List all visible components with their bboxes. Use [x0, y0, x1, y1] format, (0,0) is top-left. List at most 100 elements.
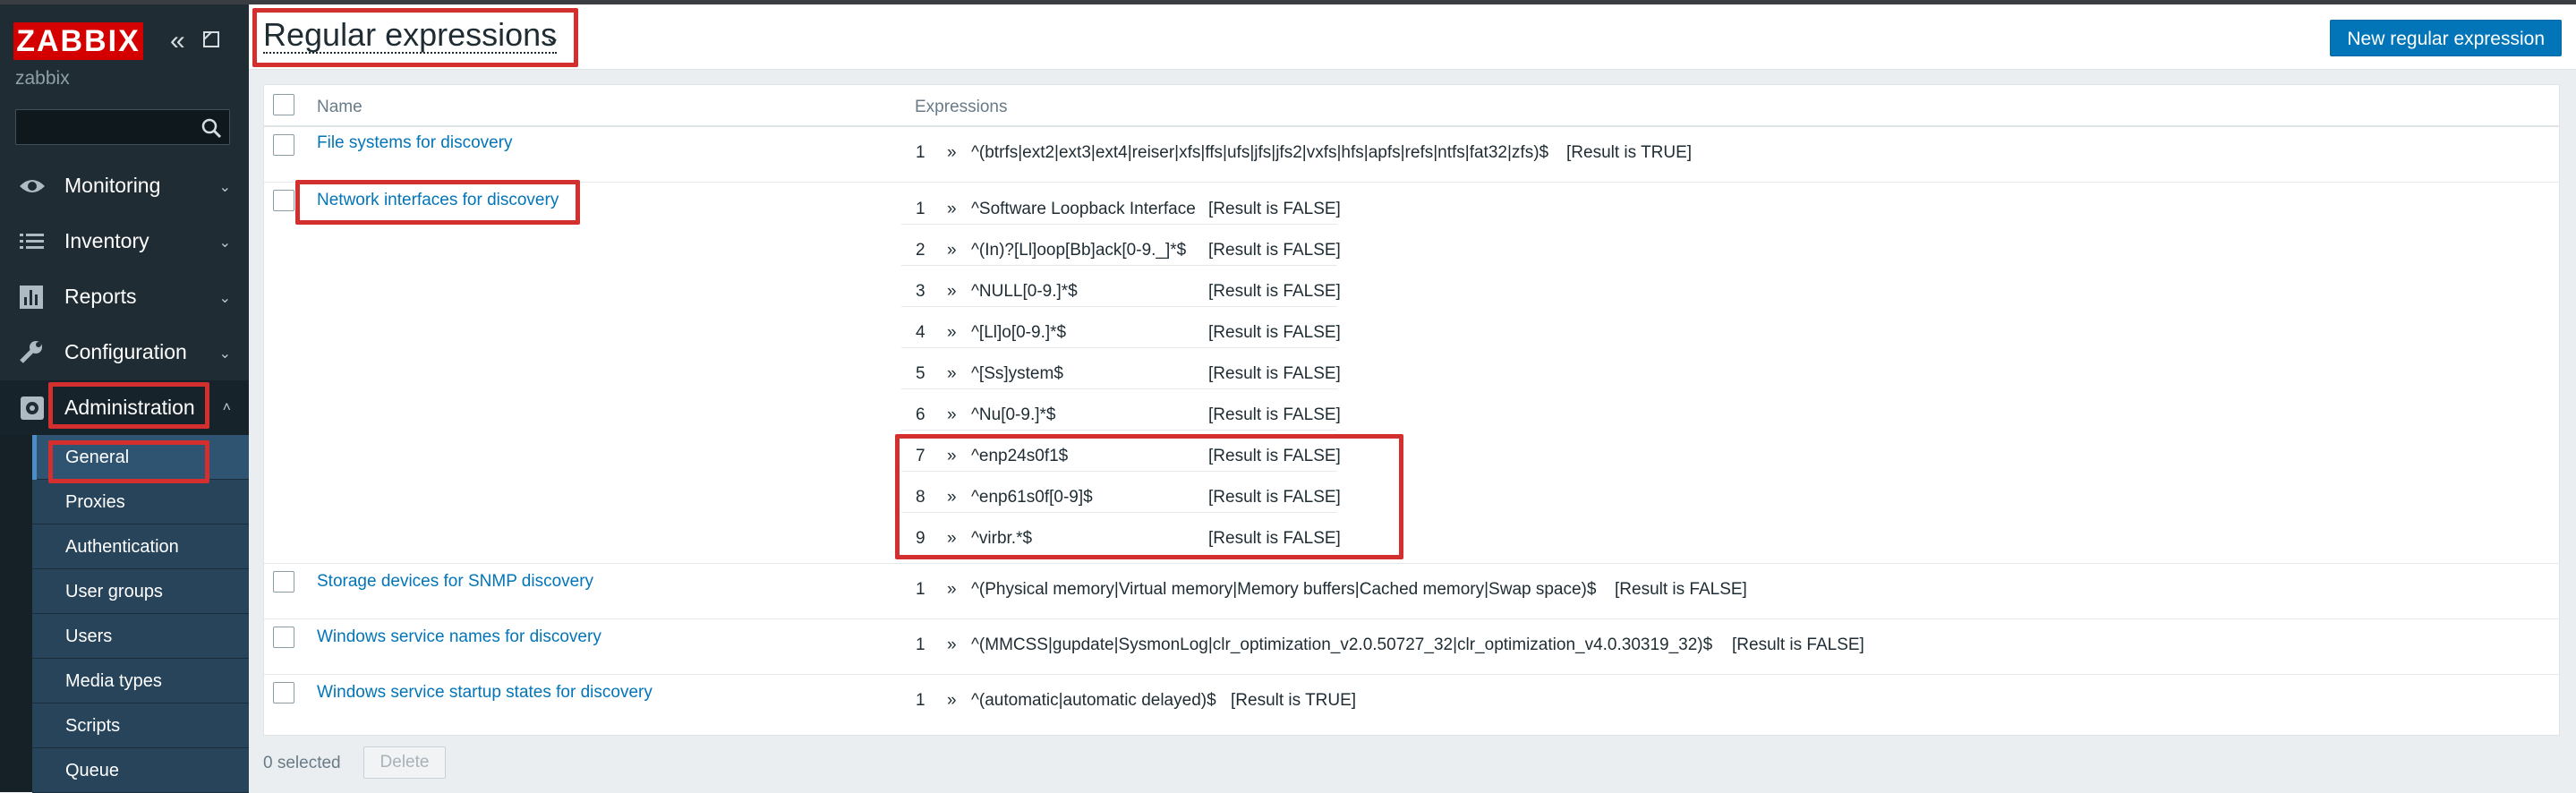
nav-inventory[interactable]: Inventory ⌄ — [0, 214, 249, 269]
table-header: Name Expressions — [264, 85, 2559, 127]
nav-inventory-label: Inventory — [64, 229, 149, 252]
expression-result: [Result is FALSE] — [1732, 635, 1864, 654]
row-checkbox[interactable] — [273, 682, 294, 703]
expression-result: [Result is TRUE] — [1231, 691, 1357, 710]
nav-monitoring[interactable]: Monitoring ⌄ — [0, 158, 249, 214]
zabbix-logo[interactable]: ZABBIX — [13, 22, 143, 60]
nav-administration[interactable]: Administration ˄ — [0, 380, 249, 436]
submenu-queue[interactable]: Queue — [32, 748, 249, 793]
submenu-media-types[interactable]: Media types — [32, 659, 249, 703]
wrench-icon — [20, 341, 42, 363]
expression-result: [Result is FALSE] — [1208, 241, 1341, 260]
regex-name-link[interactable]: Network interfaces for discovery — [317, 191, 559, 210]
arrow-icon: » — [947, 691, 957, 710]
divider — [901, 347, 1337, 348]
expression-number: 6 — [916, 405, 925, 424]
list-icon — [20, 234, 44, 249]
chevron-down-icon: ⌄ — [218, 180, 231, 195]
expression-number: 4 — [916, 323, 925, 342]
column-expressions: Expressions — [915, 98, 1008, 116]
nav-reports-label: Reports — [64, 285, 137, 308]
regex-name-link[interactable]: Windows service startup states for disco… — [317, 683, 653, 703]
row-checkbox[interactable] — [273, 571, 294, 593]
expression-number: 5 — [916, 364, 925, 383]
submenu-general-label: General — [65, 448, 130, 467]
regex-table: Name Expressions File systems for discov… — [263, 84, 2560, 736]
expression-result: [Result is FALSE] — [1208, 488, 1341, 507]
expression-result: [Result is FALSE] — [1208, 447, 1341, 465]
row-checkbox[interactable] — [273, 134, 294, 156]
regex-name-link[interactable]: File systems for discovery — [317, 133, 513, 153]
page-title[interactable]: Regular expressions — [263, 18, 558, 54]
expression-item: 4 » ^[Ll]o[0-9.]*$ [Result is FALSE] — [916, 323, 1363, 364]
table-row: Network interfaces for discovery 1 » ^So… — [264, 183, 2559, 564]
table-footer: 0 selected Delete — [263, 741, 711, 786]
expression-number: 2 — [916, 241, 925, 260]
expression-text: ^virbr.*$ — [971, 529, 1033, 548]
divider — [901, 471, 1337, 472]
select-all-checkbox[interactable] — [273, 94, 294, 115]
regex-name-link[interactable]: Windows service names for discovery — [317, 627, 601, 647]
submenu-queue-label: Queue — [65, 761, 120, 780]
expression-result: [Result is FALSE] — [1208, 529, 1341, 548]
submenu-scripts[interactable]: Scripts — [32, 703, 249, 748]
expression-item: 1 » ^(MMCSS|gupdate|SysmonLog|clr_optimi… — [916, 635, 1990, 677]
new-regular-expression-button[interactable]: New regular expression — [2330, 20, 2562, 56]
expression-number: 1 — [916, 200, 925, 218]
expression-text: ^(automatic|automatic delayed)$ — [971, 691, 1216, 710]
chevron-down-icon: ⌄ — [218, 291, 231, 306]
expression-item: 1 » ^Software Loopback Interface [Result… — [916, 200, 1363, 241]
submenu-authentication-label: Authentication — [65, 537, 179, 557]
collapse-sidebar-icon[interactable]: « — [170, 28, 185, 55]
nav-administration-label: Administration — [64, 396, 195, 419]
expression-text: ^Software Loopback Interface — [971, 200, 1196, 218]
expression-text: ^(Physical memory|Virtual memory|Memory … — [971, 580, 1597, 599]
expression-number: 7 — [916, 447, 925, 465]
expression-result: [Result is FALSE] — [1208, 364, 1341, 383]
nav-monitoring-label: Monitoring — [64, 174, 161, 197]
divider — [901, 388, 1337, 389]
expression-item: 1 » ^(automatic|automatic delayed)$ [Res… — [916, 691, 1632, 732]
arrow-icon: » — [947, 488, 957, 507]
expression-result: [Result is FALSE] — [1615, 580, 1747, 599]
table-row: File systems for discovery 1 » ^(btrfs|e… — [264, 127, 2559, 183]
sidebar-search-input[interactable] — [15, 109, 230, 145]
expression-item: 2 » ^(In)?[Ll]oop[Bb]ack[0-9._]*$ [Resul… — [916, 241, 1363, 282]
row-checkbox[interactable] — [273, 627, 294, 648]
page-header: Regular expressions ⌄ New regular expres… — [249, 4, 2576, 70]
row-checkbox[interactable] — [273, 190, 294, 211]
expression-number: 9 — [916, 529, 925, 548]
submenu-general[interactable]: General — [32, 435, 249, 480]
submenu-users-label: Users — [65, 627, 113, 646]
kiosk-mode-icon[interactable] — [201, 30, 221, 49]
expression-result: [Result is FALSE] — [1208, 282, 1341, 301]
expression-text: ^(MMCSS|gupdate|SysmonLog|clr_optimizati… — [971, 635, 1713, 654]
submenu-user-groups[interactable]: User groups — [32, 569, 249, 614]
expression-number: 1 — [916, 143, 925, 162]
delete-button[interactable]: Delete — [363, 746, 446, 779]
submenu-proxies-label: Proxies — [65, 492, 125, 512]
chevron-down-icon: ⌄ — [218, 235, 231, 251]
nav-configuration[interactable]: Configuration ⌄ — [0, 325, 249, 380]
column-name[interactable]: Name — [317, 98, 363, 117]
search-icon[interactable] — [200, 117, 222, 139]
expression-item: 1 » ^(Physical memory|Virtual memory|Mem… — [916, 580, 1990, 621]
divider — [901, 306, 1337, 307]
expression-result: [Result is FALSE] — [1208, 200, 1341, 218]
arrow-icon: » — [947, 580, 957, 599]
table-row: Storage devices for SNMP discovery 1 » ^… — [264, 564, 2559, 619]
regex-name-link[interactable]: Storage devices for SNMP discovery — [317, 572, 593, 592]
chevron-down-icon[interactable]: ⌄ — [544, 26, 560, 49]
server-name: zabbix — [15, 68, 70, 89]
arrow-icon: » — [947, 241, 957, 260]
expression-number: 1 — [916, 691, 925, 710]
expression-text: ^(In)?[Ll]oop[Bb]ack[0-9._]*$ — [971, 241, 1187, 260]
expression-text: ^Nu[0-9.]*$ — [971, 405, 1056, 424]
eye-icon — [20, 180, 45, 192]
nav-reports[interactable]: Reports ⌄ — [0, 269, 249, 325]
submenu-users[interactable]: Users — [32, 614, 249, 659]
arrow-icon: » — [947, 364, 957, 383]
submenu-proxies[interactable]: Proxies — [32, 480, 249, 524]
submenu-authentication[interactable]: Authentication — [32, 524, 249, 569]
expression-item: 8 » ^enp61s0f[0-9]$ [Result is FALSE] — [916, 488, 1363, 529]
